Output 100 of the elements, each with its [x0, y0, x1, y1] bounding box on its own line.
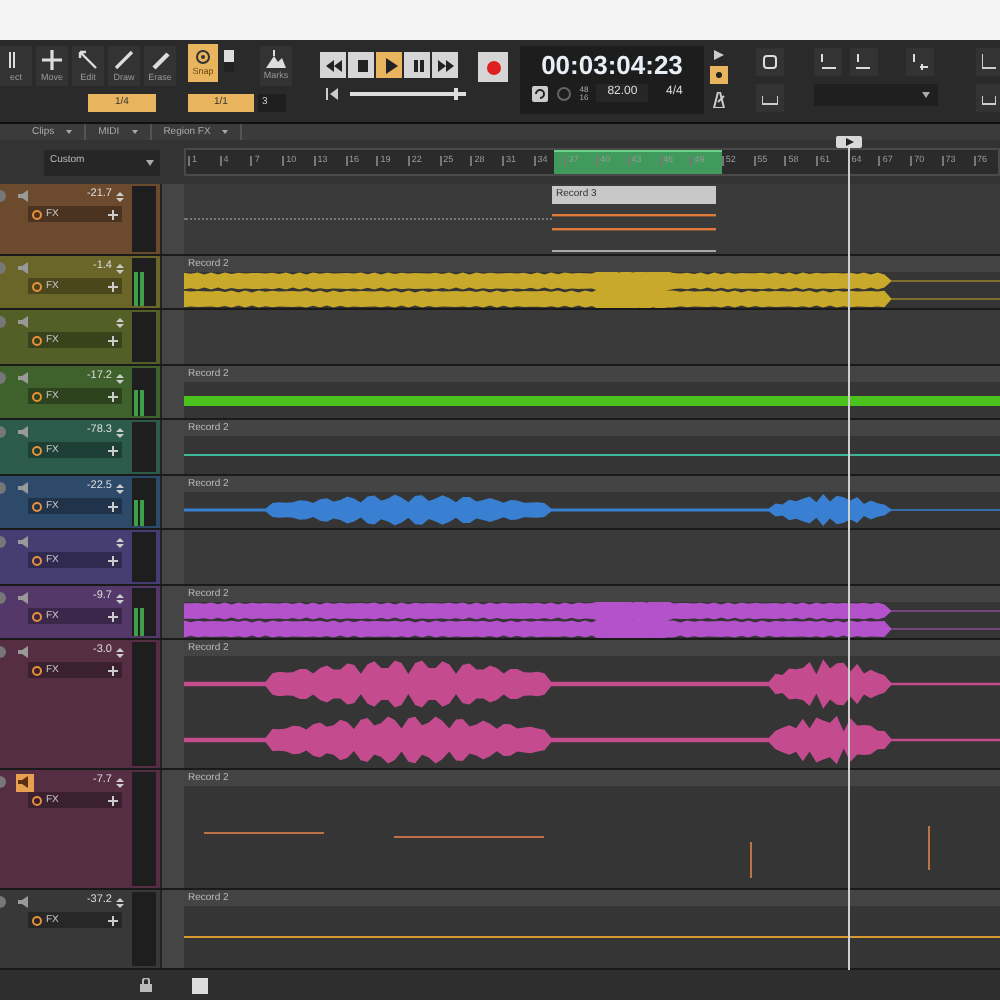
- region-button[interactable]: [976, 48, 1000, 76]
- dot-icon: [716, 72, 722, 78]
- record-icon: [485, 59, 501, 75]
- caret-icon: [131, 130, 138, 134]
- spin-arrows-icon[interactable]: [116, 191, 124, 201]
- dropdown-field[interactable]: [814, 84, 938, 106]
- power-icon[interactable]: [32, 209, 42, 219]
- input-echo-button[interactable]: [16, 259, 34, 277]
- add-icon[interactable]: [108, 795, 118, 805]
- loop-start-button[interactable]: [814, 48, 842, 76]
- power-icon[interactable]: [32, 501, 42, 511]
- spin-arrows-icon[interactable]: [116, 373, 124, 383]
- input-echo-button[interactable]: [16, 369, 34, 387]
- play-icon: [381, 57, 397, 73]
- bracket-icon: [762, 90, 778, 106]
- speaker-icon: [18, 896, 32, 908]
- power-icon[interactable]: [32, 915, 42, 925]
- power-icon[interactable]: [32, 281, 42, 291]
- spin-arrows-icon[interactable]: [116, 593, 124, 603]
- spin-arrows-icon[interactable]: [116, 263, 124, 273]
- spin-arrows-icon[interactable]: [116, 897, 124, 907]
- input-echo-button[interactable]: [16, 893, 34, 911]
- marker-button[interactable]: [906, 48, 934, 76]
- scroll-thumb[interactable]: [192, 977, 208, 993]
- input-echo-button[interactable]: [16, 479, 34, 497]
- caret-icon: [66, 130, 73, 134]
- input-echo-button[interactable]: [16, 589, 34, 607]
- input-echo-button[interactable]: [16, 313, 34, 331]
- speaker-icon: [18, 262, 32, 274]
- spin-arrows-icon[interactable]: [116, 317, 124, 327]
- stop-icon: [353, 57, 369, 73]
- speaker-icon: [18, 372, 32, 384]
- sync-icon[interactable]: [531, 85, 548, 101]
- input-echo-button[interactable]: [16, 773, 34, 791]
- punch-button[interactable]: [756, 84, 784, 112]
- speaker-icon: [18, 190, 32, 202]
- spin-arrows-icon[interactable]: [116, 777, 124, 787]
- add-icon[interactable]: [108, 665, 118, 675]
- add-icon[interactable]: [108, 209, 118, 219]
- transport-button[interactable]: [404, 52, 430, 78]
- edit-icon: [78, 50, 98, 70]
- arrow-right-icon: [856, 54, 872, 70]
- snap-icon: [194, 48, 212, 66]
- speaker-icon: [18, 536, 32, 548]
- speaker-icon: [18, 426, 32, 438]
- pause-icon: [409, 57, 425, 73]
- play-icon[interactable]: [714, 50, 724, 60]
- snap-toggle-icon[interactable]: [224, 50, 234, 72]
- input-echo-button[interactable]: [16, 533, 34, 551]
- add-icon[interactable]: [108, 555, 118, 565]
- bracket-icon: [982, 90, 996, 106]
- loop-icon: [762, 54, 778, 70]
- transport-button[interactable]: [432, 52, 458, 78]
- spin-arrows-icon[interactable]: [116, 537, 124, 547]
- power-icon[interactable]: [32, 611, 42, 621]
- gear-icon[interactable]: [555, 85, 572, 101]
- playhead-marker-icon[interactable]: [836, 136, 862, 148]
- loop-button[interactable]: [756, 48, 784, 76]
- input-echo-button[interactable]: [16, 643, 34, 661]
- rewind-icon: [325, 57, 341, 73]
- spin-arrows-icon[interactable]: [116, 427, 124, 437]
- power-icon[interactable]: [32, 665, 42, 675]
- add-icon[interactable]: [108, 501, 118, 511]
- caret-icon: [222, 130, 229, 134]
- record-mode-button[interactable]: [710, 66, 728, 84]
- fast-forward-icon: [437, 57, 453, 73]
- transport-button[interactable]: [320, 52, 346, 78]
- lock-icon[interactable]: [140, 978, 152, 992]
- power-icon[interactable]: [32, 445, 42, 455]
- loop-end-button[interactable]: [850, 48, 878, 76]
- spin-arrows-icon[interactable]: [116, 647, 124, 657]
- spin-arrows-icon[interactable]: [116, 483, 124, 493]
- dropdown-arrow-icon: [922, 92, 930, 98]
- speaker-icon: [18, 646, 32, 658]
- time-readout: 00:03:04:23: [541, 52, 683, 78]
- power-icon[interactable]: [32, 335, 42, 345]
- transport-button[interactable]: [376, 52, 402, 78]
- arrow-left-icon: [820, 54, 836, 70]
- record-button[interactable]: [478, 52, 508, 82]
- bracket-icon: [982, 54, 996, 70]
- power-icon[interactable]: [32, 555, 42, 565]
- power-icon[interactable]: [32, 795, 42, 805]
- speaker-icon: [18, 482, 32, 494]
- transport-button[interactable]: [348, 52, 374, 78]
- add-icon[interactable]: [108, 445, 118, 455]
- region-end-button[interactable]: [976, 84, 1000, 112]
- skip-start-icon[interactable]: [326, 88, 338, 100]
- metronome-icon[interactable]: [712, 92, 726, 108]
- dropdown-arrow-icon: [146, 159, 154, 165]
- add-icon[interactable]: [108, 915, 118, 925]
- add-icon[interactable]: [108, 391, 118, 401]
- input-echo-button[interactable]: [16, 423, 34, 441]
- add-icon[interactable]: [108, 281, 118, 291]
- add-icon[interactable]: [108, 335, 118, 345]
- pencil-icon: [114, 50, 134, 70]
- slider-handle[interactable]: [453, 88, 458, 100]
- move-icon: [42, 50, 62, 70]
- add-icon[interactable]: [108, 611, 118, 621]
- eraser-icon: [150, 50, 170, 70]
- power-icon[interactable]: [32, 391, 42, 401]
